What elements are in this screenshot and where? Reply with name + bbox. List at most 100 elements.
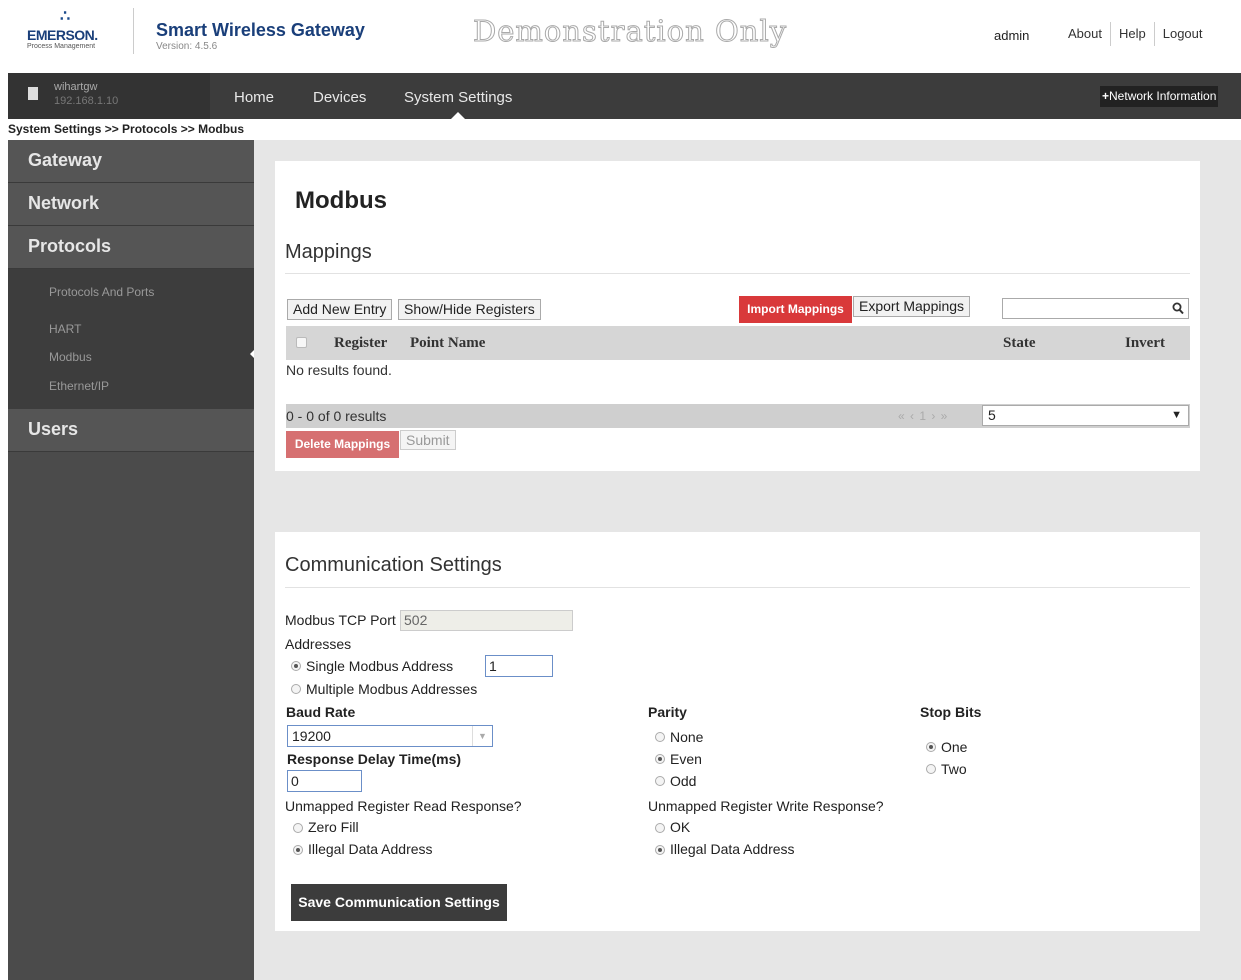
write-illegal-address-label: Illegal Data Address bbox=[670, 841, 795, 857]
network-information-button[interactable]: +Network Information bbox=[1100, 86, 1219, 107]
single-address-label: Single Modbus Address bbox=[306, 658, 454, 674]
table-pager: 0 - 0 of 0 results « ‹ 1 › » 5 ▼ bbox=[286, 404, 1190, 428]
chevron-down-icon: ▼ bbox=[472, 726, 492, 746]
help-link[interactable]: Help bbox=[1109, 22, 1154, 46]
sidebar-section-label: Network bbox=[28, 193, 100, 213]
communication-settings-title: Communication Settings bbox=[285, 554, 502, 576]
network-information-label: Network Information bbox=[1109, 89, 1217, 103]
pager-navigation[interactable]: « ‹ 1 › » bbox=[898, 409, 948, 423]
response-delay-label: Response Delay Time(ms) bbox=[287, 751, 462, 767]
parity-none-radio[interactable] bbox=[655, 732, 665, 742]
delete-mappings-button[interactable]: Delete Mappings bbox=[286, 431, 399, 458]
column-register[interactable]: Register bbox=[334, 335, 387, 352]
write-illegal-address-radio[interactable] bbox=[655, 845, 665, 855]
protocols-submenu: Protocols And Ports HART Modbus Ethernet… bbox=[8, 269, 254, 409]
sidebar-section-label: Gateway bbox=[28, 150, 103, 170]
column-state[interactable]: State bbox=[1003, 335, 1036, 352]
search-icon[interactable] bbox=[1172, 302, 1184, 315]
add-new-entry-button[interactable]: Add New Entry bbox=[287, 299, 393, 320]
app-version: Version: 4.5.6 bbox=[156, 41, 218, 52]
chevron-down-icon: ▼ bbox=[1171, 409, 1182, 421]
read-illegal-address-label: Illegal Data Address bbox=[308, 841, 433, 857]
gateway-info: wihartgw 192.168.1.10 bbox=[8, 73, 210, 119]
header-divider bbox=[133, 8, 134, 54]
baud-rate-value: 19200 bbox=[292, 728, 331, 744]
sidebar-item-modbus[interactable]: Modbus bbox=[49, 350, 92, 364]
emerson-logo-icon: ∴ bbox=[60, 8, 71, 25]
mappings-title: Mappings bbox=[285, 241, 372, 263]
read-illegal-address-radio[interactable] bbox=[293, 845, 303, 855]
stop-bits-one-label: One bbox=[941, 739, 968, 755]
multiple-addresses-radio[interactable] bbox=[291, 684, 301, 694]
about-link[interactable]: About bbox=[1060, 22, 1110, 46]
stop-bits-label: Stop Bits bbox=[920, 704, 982, 720]
export-mappings-button[interactable]: Export Mappings bbox=[853, 296, 971, 317]
gateway-name: wihartgw bbox=[54, 81, 98, 93]
emerson-logo[interactable]: ∴ EMERSON. Process Management bbox=[27, 6, 117, 56]
logout-link[interactable]: Logout bbox=[1153, 22, 1211, 46]
divider bbox=[285, 273, 1190, 274]
sidebar-item-ethernet-ip[interactable]: Ethernet/IP bbox=[49, 379, 109, 393]
sidebar-section-users[interactable]: Users bbox=[8, 409, 254, 452]
sidebar-section-network[interactable]: Network bbox=[8, 183, 254, 226]
single-address-field[interactable]: 1 bbox=[485, 655, 553, 677]
import-mappings-button[interactable]: Import Mappings bbox=[739, 296, 852, 323]
gateway-ip: 192.168.1.10 bbox=[54, 95, 119, 107]
sidebar-section-gateway[interactable]: Gateway bbox=[8, 140, 254, 183]
page-title: Modbus bbox=[295, 187, 387, 214]
logo-subtitle: Process Management bbox=[27, 43, 96, 50]
page-size-value: 5 bbox=[988, 407, 996, 423]
sidebar: Gateway Network Protocols Protocols And … bbox=[8, 140, 263, 980]
column-invert[interactable]: Invert bbox=[1125, 335, 1165, 352]
search-input[interactable] bbox=[1002, 298, 1189, 319]
main-nav: wihartgw 192.168.1.10 Home Devices Syste… bbox=[8, 73, 1241, 119]
breadcrumb: System Settings >> Protocols >> Modbus bbox=[8, 122, 245, 136]
column-point-name[interactable]: Point Name bbox=[410, 335, 485, 352]
stop-bits-two-radio[interactable] bbox=[926, 764, 936, 774]
page-size-select[interactable]: 5 ▼ bbox=[982, 405, 1189, 426]
divider bbox=[285, 587, 1190, 588]
parity-label: Parity bbox=[648, 704, 687, 720]
communication-settings-panel: Communication Settings Modbus TCP Port 5… bbox=[275, 532, 1200, 931]
show-hide-registers-button[interactable]: Show/Hide Registers bbox=[398, 299, 541, 320]
parity-even-radio[interactable] bbox=[655, 754, 665, 764]
read-zero-fill-radio[interactable] bbox=[293, 823, 303, 833]
mappings-panel: Modbus Mappings Add New Entry Show/Hide … bbox=[275, 161, 1200, 471]
parity-odd-radio[interactable] bbox=[655, 776, 665, 786]
nav-home[interactable]: Home bbox=[234, 89, 274, 106]
demo-watermark: Demonstration Only bbox=[472, 14, 788, 49]
tcp-port-field[interactable]: 502 bbox=[400, 610, 573, 631]
mappings-table-header: Register Point Name State Invert bbox=[286, 326, 1190, 360]
logo-name: EMERSON. bbox=[27, 27, 98, 43]
sidebar-item-hart[interactable]: HART bbox=[49, 322, 81, 336]
tcp-port-label: Modbus TCP Port bbox=[285, 612, 396, 628]
baud-rate-select[interactable]: 19200 ▼ bbox=[287, 725, 493, 747]
stop-bits-one-radio[interactable] bbox=[926, 742, 936, 752]
parity-odd-label: Odd bbox=[670, 773, 697, 789]
select-all-checkbox[interactable] bbox=[296, 337, 307, 348]
write-ok-radio[interactable] bbox=[655, 823, 665, 833]
empty-table-message: No results found. bbox=[286, 362, 392, 378]
write-response-label: Unmapped Register Write Response? bbox=[648, 798, 884, 814]
read-zero-fill-label: Zero Fill bbox=[308, 819, 359, 835]
plus-icon: + bbox=[1102, 89, 1110, 103]
save-communication-settings-button[interactable]: Save Communication Settings bbox=[291, 884, 507, 921]
app-title: Smart Wireless Gateway bbox=[156, 20, 365, 40]
single-address-radio[interactable] bbox=[291, 661, 301, 671]
submit-button[interactable]: Submit bbox=[400, 430, 456, 450]
nav-system-settings[interactable]: System Settings bbox=[404, 89, 512, 106]
nav-devices[interactable]: Devices bbox=[313, 89, 366, 106]
parity-even-label: Even bbox=[670, 751, 702, 767]
sidebar-section-protocols[interactable]: Protocols bbox=[8, 226, 254, 269]
header-links: About Help Logout bbox=[1060, 22, 1211, 46]
results-count: 0 - 0 of 0 results bbox=[286, 408, 387, 424]
current-user: admin bbox=[994, 28, 1030, 43]
baud-rate-label: Baud Rate bbox=[286, 704, 356, 720]
gateway-icon bbox=[28, 87, 38, 100]
multiple-addresses-label: Multiple Modbus Addresses bbox=[306, 681, 478, 697]
response-delay-field[interactable]: 0 bbox=[287, 770, 362, 792]
parity-none-label: None bbox=[670, 729, 704, 745]
stop-bits-two-label: Two bbox=[941, 761, 967, 777]
sidebar-item-protocols-and-ports[interactable]: Protocols And Ports bbox=[49, 285, 154, 299]
write-ok-label: OK bbox=[670, 819, 691, 835]
